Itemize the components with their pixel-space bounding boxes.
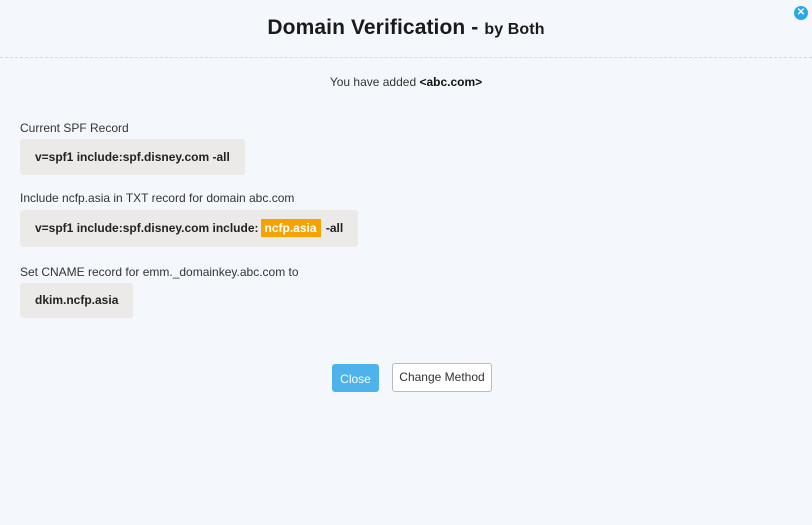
- dialog-title: Domain Verification - by Both: [0, 16, 812, 40]
- cname-record-value: dkim.ncfp.asia: [20, 283, 134, 318]
- txt-value-before: v=spf1 include:spf.disney.com include:: [35, 221, 259, 235]
- txt-highlight: ncfp.asia: [260, 219, 321, 237]
- txt-record-value: v=spf1 include:spf.disney.com include: nc…: [20, 210, 359, 247]
- dialog-header: Domain Verification - by Both ✕: [0, 0, 812, 58]
- title-sub: by Both: [484, 21, 545, 38]
- added-prefix: You have added: [329, 75, 417, 89]
- title-main: Domain Verification -: [267, 16, 479, 39]
- txt-label: Include ncfp.asia in TXT record for doma…: [20, 191, 295, 205]
- spf-record-value: v=spf1 include:spf.disney.com -all: [20, 139, 245, 175]
- close-button[interactable]: Close: [332, 364, 379, 392]
- domain-verification-dialog: Domain Verification - by Both ✕ You have…: [0, 0, 812, 525]
- change-method-button[interactable]: Change Method: [392, 363, 492, 392]
- close-icon[interactable]: ✕: [794, 6, 808, 20]
- added-domain-message: You have added <abc.com>: [0, 75, 812, 89]
- spf-label: Current SPF Record: [20, 121, 129, 135]
- cname-label: Set CNAME record for emm._domainkey.abc.…: [20, 265, 299, 279]
- txt-value-after: -all: [325, 221, 344, 235]
- added-domain: <abc.com>: [419, 75, 483, 89]
